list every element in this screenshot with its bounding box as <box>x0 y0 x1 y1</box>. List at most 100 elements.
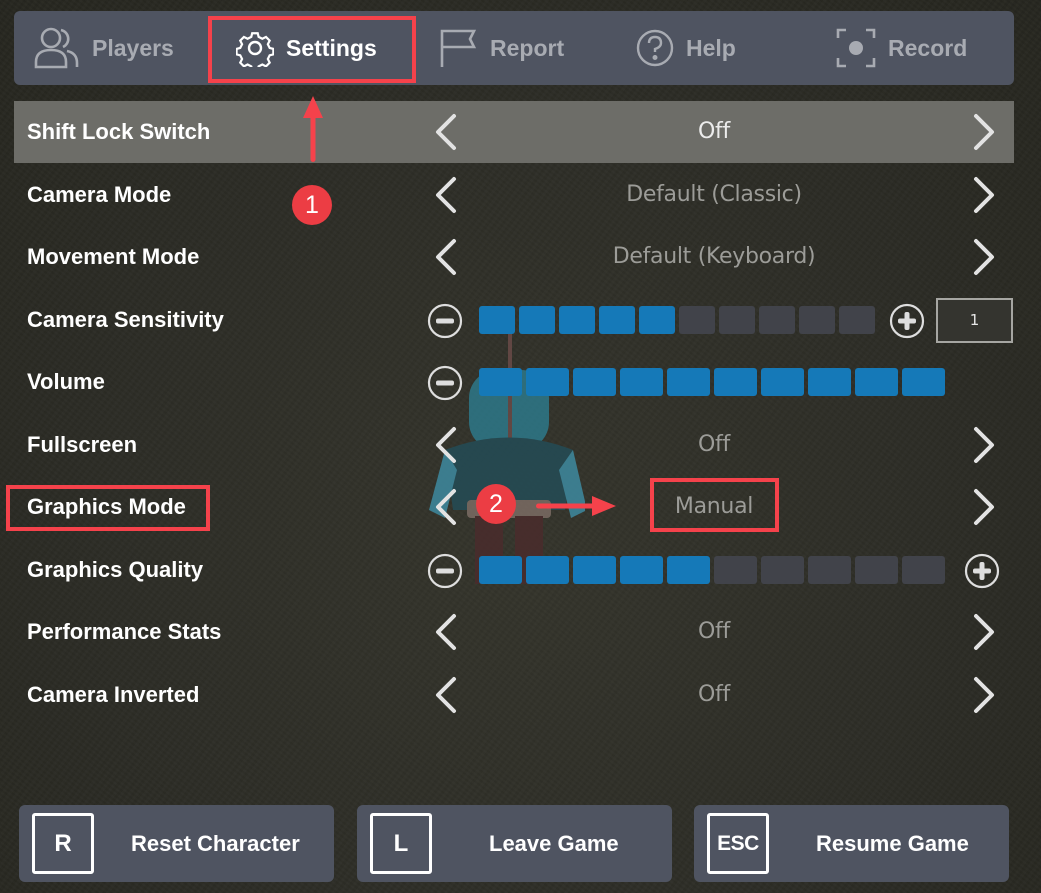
setting-row-performance-stats[interactable]: Performance Stats Off <box>14 601 1014 663</box>
slider-segment[interactable] <box>573 556 616 584</box>
setting-row-graphics-quality: Graphics Quality <box>14 539 1014 601</box>
slider-segment[interactable] <box>526 556 569 584</box>
chevron-right-icon[interactable] <box>964 426 1002 464</box>
chevron-right-icon[interactable] <box>964 238 1002 276</box>
slider-segment[interactable] <box>855 556 898 584</box>
help-circle-icon <box>636 29 674 67</box>
slider-segment[interactable] <box>639 306 675 334</box>
camera-sensitivity-input[interactable]: 1 <box>936 298 1013 343</box>
setting-label: Fullscreen <box>27 432 138 457</box>
setting-row-camera-mode[interactable]: Camera Mode Default (Classic) <box>14 164 1014 226</box>
graphics-quality-slider[interactable] <box>479 556 949 584</box>
tab-label: Record <box>888 34 968 61</box>
chevron-left-icon[interactable] <box>428 426 466 464</box>
chevron-left-icon[interactable] <box>428 113 466 151</box>
setting-label: Camera Sensitivity <box>27 307 224 332</box>
slider-segment[interactable] <box>714 556 757 584</box>
slider-segment[interactable] <box>519 306 555 334</box>
button-label: Leave Game <box>489 831 619 856</box>
record-icon <box>836 28 876 68</box>
slider-segment[interactable] <box>526 368 569 396</box>
setting-label: Performance Stats <box>27 619 222 644</box>
tab-players[interactable]: Players <box>34 11 174 85</box>
slider-segment[interactable] <box>808 368 851 396</box>
setting-value: Default (Keyboard) <box>612 244 816 269</box>
plus-circle-icon[interactable] <box>964 553 1000 589</box>
plus-circle-icon[interactable] <box>889 303 925 339</box>
slider-segment[interactable] <box>855 368 898 396</box>
keycap-l: L <box>370 813 432 874</box>
setting-value: Off <box>698 619 730 644</box>
slider-segment[interactable] <box>479 306 515 334</box>
volume-slider[interactable] <box>479 368 949 396</box>
slider-segment[interactable] <box>573 368 616 396</box>
chevron-right-icon[interactable] <box>964 676 1002 714</box>
slider-segment[interactable] <box>761 368 804 396</box>
setting-label: Volume <box>27 369 105 394</box>
chevron-left-icon[interactable] <box>428 238 466 276</box>
flag-icon <box>440 29 477 67</box>
slider-segment[interactable] <box>667 556 710 584</box>
tab-label: Settings <box>286 34 377 61</box>
slider-segment[interactable] <box>799 306 835 334</box>
setting-row-fullscreen[interactable]: Fullscreen Off <box>14 414 1014 476</box>
setting-row-shift-lock[interactable]: Shift Lock Switch Off <box>14 101 1014 163</box>
slider-segment[interactable] <box>479 556 522 584</box>
slider-segment[interactable] <box>902 368 945 396</box>
chevron-right-icon[interactable] <box>964 113 1002 151</box>
tab-label: Players <box>92 34 174 61</box>
slider-segment[interactable] <box>620 368 663 396</box>
tab-report[interactable]: Report <box>438 11 564 85</box>
setting-label: Shift Lock Switch <box>27 119 211 144</box>
setting-row-movement-mode[interactable]: Movement Mode Default (Keyboard) <box>14 226 1014 288</box>
setting-label: Graphics Mode <box>27 494 186 519</box>
chevron-left-icon[interactable] <box>428 613 466 651</box>
keycap-r: R <box>32 813 94 874</box>
top-tab-bar: Players Settings Report Help Record <box>14 11 1014 85</box>
slider-segment[interactable] <box>559 306 595 334</box>
setting-row-camera-inverted[interactable]: Camera Inverted Off <box>14 664 1014 726</box>
chevron-left-icon[interactable] <box>428 676 466 714</box>
tab-record[interactable]: Record <box>836 11 967 85</box>
slider-segment[interactable] <box>599 306 635 334</box>
leave-game-button[interactable]: L Leave Game <box>357 805 672 882</box>
slider-segment[interactable] <box>839 306 875 334</box>
chevron-left-icon[interactable] <box>428 488 466 526</box>
gear-icon <box>236 32 274 67</box>
setting-label: Movement Mode <box>27 244 200 269</box>
keycap-esc: ESC <box>707 813 769 874</box>
chevron-left-icon[interactable] <box>428 176 466 214</box>
chevron-right-icon[interactable] <box>964 613 1002 651</box>
setting-value: Off <box>698 432 730 457</box>
setting-row-camera-sensitivity: Camera Sensitivity 1 <box>14 289 1014 351</box>
step-badge-1: 1 <box>292 185 332 225</box>
minus-circle-icon[interactable] <box>427 365 463 401</box>
slider-segment[interactable] <box>479 368 522 396</box>
camera-sensitivity-slider[interactable] <box>479 306 879 334</box>
slider-segment[interactable] <box>761 556 804 584</box>
resume-game-button[interactable]: ESC Resume Game <box>694 805 1009 882</box>
setting-value: Default (Classic) <box>626 182 802 207</box>
slider-segment[interactable] <box>719 306 755 334</box>
slider-segment[interactable] <box>667 368 710 396</box>
setting-value: Off <box>698 682 730 707</box>
reset-character-button[interactable]: R Reset Character <box>19 805 334 882</box>
slider-segment[interactable] <box>714 368 757 396</box>
button-label: Resume Game <box>816 831 969 856</box>
chevron-right-icon[interactable] <box>964 176 1002 214</box>
setting-label: Camera Mode <box>27 182 172 207</box>
setting-label: Camera Inverted <box>27 682 200 707</box>
players-icon <box>34 27 79 69</box>
minus-circle-icon[interactable] <box>427 553 463 589</box>
slider-segment[interactable] <box>620 556 663 584</box>
slider-segment[interactable] <box>679 306 715 334</box>
chevron-right-icon[interactable] <box>964 488 1002 526</box>
slider-segment[interactable] <box>759 306 795 334</box>
tab-help[interactable]: Help <box>636 11 736 85</box>
tab-settings[interactable]: Settings <box>236 11 377 85</box>
slider-segment[interactable] <box>902 556 945 584</box>
setting-value: Off <box>698 119 730 144</box>
slider-segment[interactable] <box>808 556 851 584</box>
setting-row-volume: Volume <box>14 351 1014 413</box>
minus-circle-icon[interactable] <box>427 303 463 339</box>
